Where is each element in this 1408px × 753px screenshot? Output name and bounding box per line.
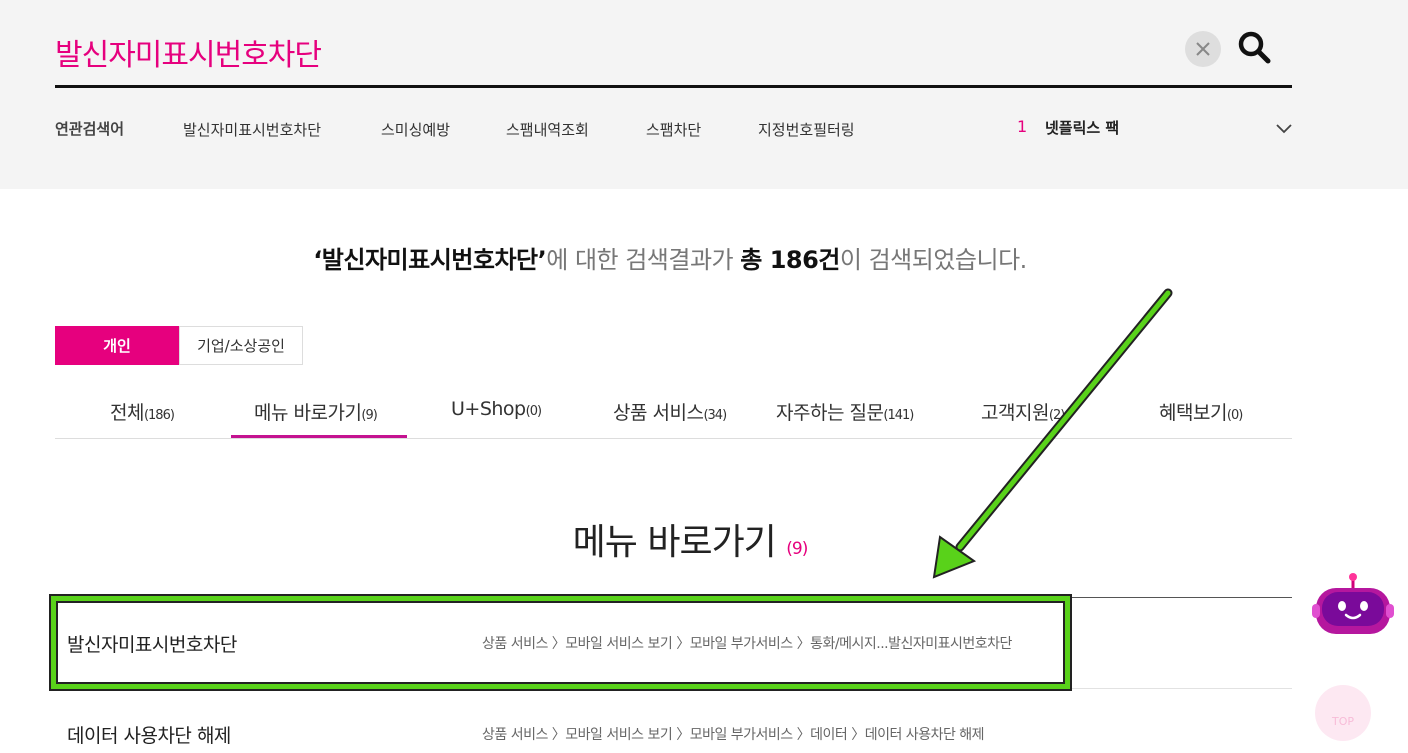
result-summary: ‘발신자미표시번호차단’에 대한 검색결과가 총 186건이 검색되었습니다. bbox=[0, 240, 1340, 275]
clear-search-button[interactable] bbox=[1185, 31, 1221, 67]
arrow-annotation bbox=[932, 288, 1173, 579]
tab-count: (0) bbox=[1226, 408, 1243, 423]
popular-keywords-toggle[interactable] bbox=[1275, 120, 1293, 138]
search-icon bbox=[1238, 31, 1271, 64]
popular-rank-number: 1 bbox=[1017, 117, 1028, 136]
search-box[interactable]: 발신자미표시번호차단 bbox=[55, 20, 1292, 88]
section-count: (9) bbox=[786, 539, 808, 559]
tab-ushop[interactable]: U+Shop(0) bbox=[451, 398, 542, 420]
related-keywords-label: 연관검색어 bbox=[55, 120, 125, 138]
tab-business[interactable]: 기업/소상공인 bbox=[179, 326, 303, 365]
robot-icon bbox=[1312, 573, 1394, 634]
scroll-top-button[interactable]: TOP bbox=[1315, 685, 1371, 741]
tab-count: (34) bbox=[703, 408, 727, 423]
summary-total: 총 186건 bbox=[740, 246, 840, 274]
menu-item-name[interactable]: 데이터 사용차단 해제 bbox=[67, 721, 231, 748]
segment-tabs: 개인 기업/소상공인 bbox=[55, 326, 303, 365]
tab-menu-shortcut[interactable]: 메뉴 바로가기(9) bbox=[254, 398, 378, 425]
tab-label: 상품 서비스 bbox=[613, 402, 704, 424]
chevron-down-icon bbox=[1276, 124, 1292, 134]
tab-label: 자주하는 질문 bbox=[776, 402, 884, 424]
tab-count: (0) bbox=[525, 404, 542, 419]
tab-count: (141) bbox=[883, 408, 914, 423]
section-title-text: 메뉴 바로가기 bbox=[572, 522, 777, 563]
related-keyword-link[interactable]: 스미싱예방 bbox=[381, 119, 450, 140]
related-keyword-link[interactable]: 지정번호필터링 bbox=[758, 119, 855, 140]
tab-personal[interactable]: 개인 bbox=[55, 326, 179, 365]
highlight-box bbox=[51, 596, 1070, 689]
search-input[interactable]: 발신자미표시번호차단 bbox=[55, 30, 322, 74]
tab-label: 전체 bbox=[110, 402, 144, 424]
popular-keyword-link[interactable]: 넷플릭스 팩 bbox=[1045, 117, 1119, 138]
tab-count: (186) bbox=[143, 408, 175, 423]
search-area: 발신자미표시번호차단 연관검색어 발신자미표시번호차단 스미싱예방 스팸내역조회… bbox=[0, 0, 1408, 189]
active-tab-underline bbox=[231, 435, 407, 438]
tab-faq[interactable]: 자주하는 질문(141) bbox=[776, 398, 914, 425]
tab-product-service[interactable]: 상품 서비스(34) bbox=[613, 398, 727, 425]
list-item[interactable]: 데이터 사용차단 해제 상품 서비스 〉모바일 서비스 보기 〉모바일 부가서비… bbox=[55, 689, 1292, 753]
summary-query: ‘발신자미표시번호차단’ bbox=[313, 246, 547, 274]
related-keywords: 연관검색어 발신자미표시번호차단 스미싱예방 스팸내역조회 스팸차단 지정번호필… bbox=[55, 110, 1292, 146]
tab-all[interactable]: 전체(186) bbox=[110, 398, 175, 425]
tab-label: 메뉴 바로가기 bbox=[254, 402, 362, 424]
scroll-top-label: TOP bbox=[1331, 715, 1354, 728]
close-icon bbox=[1196, 42, 1210, 56]
chatbot-button[interactable] bbox=[1310, 570, 1396, 640]
related-keyword-link[interactable]: 스팸내역조회 bbox=[506, 119, 589, 140]
search-button[interactable] bbox=[1235, 28, 1275, 68]
menu-item-path: 상품 서비스 〉모바일 서비스 보기 〉모바일 부가서비스 〉데이터 〉데이터 … bbox=[482, 727, 985, 743]
tab-count: (9) bbox=[361, 408, 377, 423]
related-keyword-link[interactable]: 발신자미표시번호차단 bbox=[183, 119, 321, 140]
summary-middle: 에 대한 검색결과가 bbox=[546, 246, 741, 274]
related-keyword-link[interactable]: 스팸차단 bbox=[646, 119, 701, 140]
tab-label: U+Shop bbox=[451, 398, 526, 420]
summary-tail: 이 검색되었습니다. bbox=[839, 246, 1027, 274]
